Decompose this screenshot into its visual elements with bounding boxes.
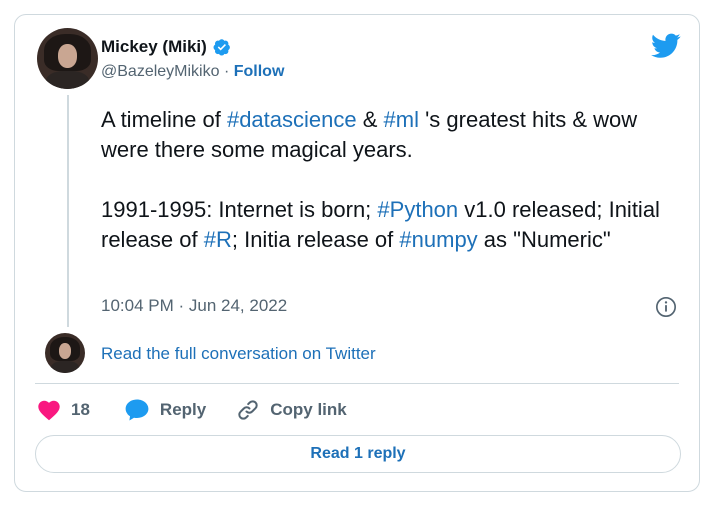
reply-button[interactable]: Reply <box>124 398 206 422</box>
info-icon[interactable] <box>655 296 677 318</box>
text-span: & <box>356 107 384 132</box>
like-button[interactable]: 18 <box>37 399 90 421</box>
author-avatar[interactable] <box>37 28 98 89</box>
hashtag-numpy[interactable]: #numpy <box>399 227 477 252</box>
follow-link[interactable]: Follow <box>234 63 285 80</box>
author-handle-row: @BazeleyMikiko · Follow <box>101 63 284 81</box>
copy-link-button[interactable]: Copy link <box>236 398 347 422</box>
hashtag-datascience[interactable]: #datascience <box>227 107 357 132</box>
hashtag-ml[interactable]: #ml <box>384 107 419 132</box>
separator-dot: · <box>223 63 230 80</box>
author-handle[interactable]: @BazeleyMikiko <box>101 63 220 80</box>
text-span: A timeline of <box>101 107 227 132</box>
verified-badge-icon <box>213 39 230 56</box>
speech-bubble-icon <box>125 399 149 421</box>
author-name[interactable]: Mickey (Miki) <box>101 37 207 57</box>
reply-label: Reply <box>159 400 207 419</box>
tweet-timestamp[interactable]: 10:04 PM · Jun 24, 2022 <box>101 296 287 316</box>
tweet-card: Mickey (Miki) @BazeleyMikiko · Follow A … <box>14 14 700 492</box>
tweet-paragraph-2: 1991-1995: Internet is born; #Python v1.… <box>101 195 681 255</box>
author-name-row[interactable]: Mickey (Miki) <box>101 37 231 57</box>
read-replies-button[interactable]: Read 1 reply <box>35 435 681 473</box>
tweet-actions: 18 Reply Copy link <box>37 397 347 423</box>
twitter-bird-icon[interactable] <box>651 33 681 59</box>
reply-avatar[interactable] <box>45 333 85 373</box>
text-span: 1991-1995: Internet is born; <box>101 197 378 222</box>
hashtag-python[interactable]: #Python <box>377 197 458 222</box>
read-conversation-link[interactable]: Read the full conversation on Twitter <box>101 344 376 364</box>
thread-line <box>67 95 69 327</box>
tweet-text: A timeline of #datascience & #ml 's grea… <box>101 105 681 255</box>
text-span: as "Numeric" <box>477 227 611 252</box>
link-icon <box>238 400 258 420</box>
like-count: 18 <box>71 400 90 419</box>
text-span: ; Initia release of <box>231 227 400 252</box>
divider <box>35 383 679 384</box>
heart-icon <box>38 400 60 421</box>
hashtag-r[interactable]: #R <box>204 227 232 252</box>
copy-link-label: Copy link <box>270 400 347 419</box>
tweet-paragraph-1: A timeline of #datascience & #ml 's grea… <box>101 105 681 165</box>
